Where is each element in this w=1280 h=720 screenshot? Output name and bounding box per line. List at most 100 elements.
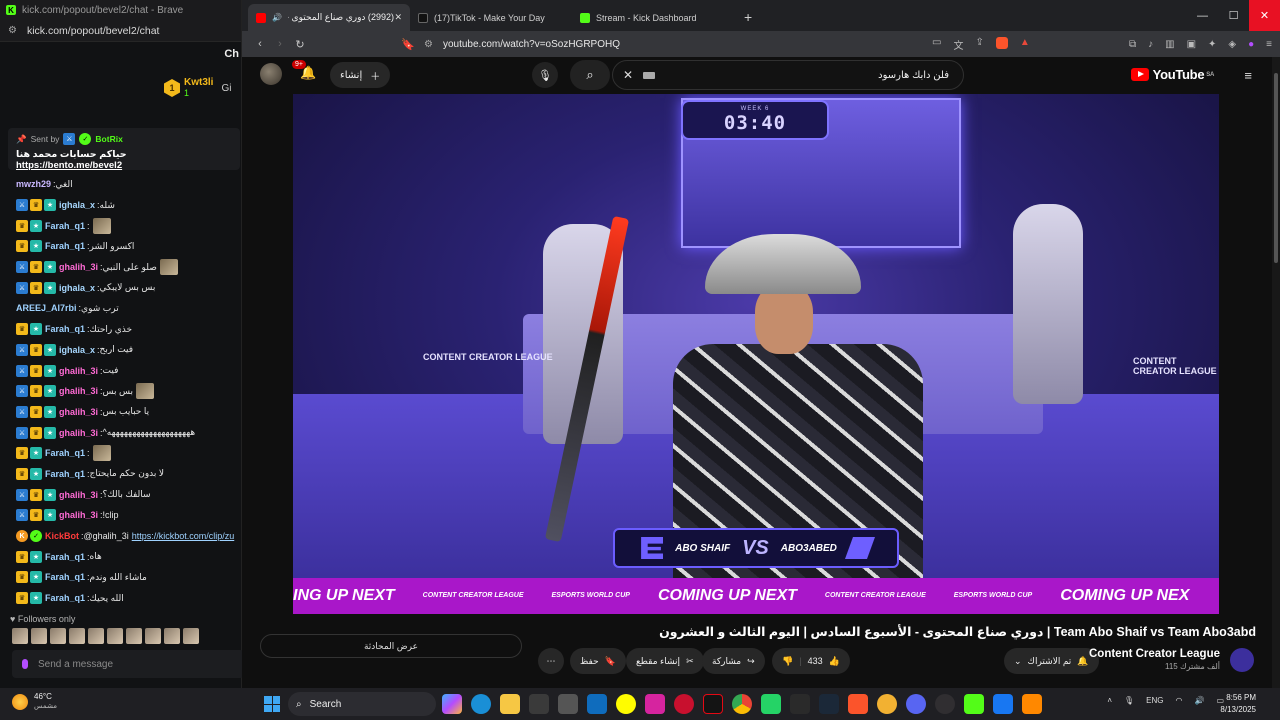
opera-icon[interactable] [674,694,694,714]
facebook-icon[interactable] [993,694,1013,714]
clip-button[interactable]: إنشاء مقطع ✂ [626,648,704,674]
pinned-message[interactable]: 📌 Sent by ⚔ ✓ BotRix حياكم حسابات محمد ه… [8,128,240,171]
tray-chevron-up-icon[interactable]: ˄ [1107,696,1112,705]
mic-icon[interactable] [22,659,28,669]
like-dislike-button[interactable]: 👎 | 433 👍 [772,648,850,674]
chat-username[interactable]: Farah_q1 [45,593,85,603]
snapchat-icon[interactable] [616,694,636,714]
share-button[interactable]: مشاركة ↪ [702,648,765,674]
wallet-icon[interactable]: ▣ [1187,39,1196,50]
kick-taskbar-icon[interactable] [964,694,984,714]
chat-username[interactable]: Farah_q1 [45,572,85,582]
copilot-icon[interactable] [442,694,462,714]
voice-search-icon[interactable]: 🎙 [532,62,558,88]
screenshot-icon[interactable]: ⧉ [1129,39,1136,50]
more-actions-button[interactable]: ⋯ [538,648,564,674]
chat-username[interactable]: KickBot [45,531,79,541]
chat-username[interactable]: Farah_q1 [45,324,85,334]
chat-username[interactable]: ghalih_3i [59,490,98,500]
subscribed-button[interactable]: ⌄ تم الاشتراك 🔔 [1004,648,1099,674]
tray-mic-icon[interactable]: 🎙 [1124,696,1134,705]
clear-search-icon[interactable]: ✕ [623,68,633,82]
chat-username[interactable]: AREEJ_Al7rbi [16,303,77,313]
emote-icon[interactable] [183,628,199,644]
emote-icon[interactable] [12,628,28,644]
leo-icon[interactable]: ● [1248,39,1254,50]
reload-icon[interactable]: ↻ [290,38,310,51]
tab-youtube[interactable]: 🔊 (2992) دوري صناع المحتوى - ال ✕ [248,4,410,31]
youtube-logo[interactable]: YouTube SA [1130,67,1214,82]
maximize-icon[interactable]: ☐ [1218,0,1249,31]
account-avatar[interactable] [260,63,282,85]
kick-url-bar[interactable]: ⚙ kick.com/popout/bevel2/chat [0,20,241,42]
tab-kick-dashboard[interactable]: Stream - Kick Dashboard [572,4,734,31]
menu-icon[interactable]: ≡ [1266,39,1272,50]
wifi-icon[interactable]: ◠ [1175,696,1182,705]
emote-icon[interactable] [50,628,66,644]
vpn-icon[interactable]: ◈ [1228,39,1236,50]
top-gifter[interactable]: 1 Kwt3li 1 Gi [164,78,231,98]
page-scrollbar[interactable] [1272,57,1280,688]
discord-icon[interactable] [906,694,926,714]
start-button[interactable] [264,696,280,712]
scrollbar-thumb[interactable] [1274,73,1278,263]
speaker-icon[interactable]: 🔊 [272,13,282,22]
emote-icon[interactable] [69,628,85,644]
save-button[interactable]: حفظ 🔖 [570,648,626,674]
chat-username[interactable]: Farah_q1 [45,469,85,479]
taskbar-clock[interactable]: 8:56 PM 8/13/2025 [1220,692,1256,716]
send-message-input[interactable]: Send a message [12,650,244,678]
language-indicator[interactable]: ENG [1146,696,1163,705]
outlook-icon[interactable] [587,694,607,714]
video-player[interactable]: WEEK 6 03:40 CONTENT CREATOR LEAGUE CONT… [293,94,1219,614]
settings-icon[interactable] [558,694,578,714]
dislike-icon[interactable]: 👎 [782,656,793,667]
site-settings-icon[interactable]: ⚙ [8,25,17,36]
chat-username[interactable]: Farah_q1 [45,552,85,562]
bookmark-icon[interactable]: 🔖 [398,38,418,51]
chat-username[interactable]: ghalih_3i [59,428,98,438]
minimize-icon[interactable]: — [1187,0,1218,31]
address-bar[interactable]: ⚙ youtube.com/watch?v=oSozHGRPOHQ [424,33,964,55]
file-explorer-icon[interactable] [500,694,520,714]
emote-icon[interactable] [164,628,180,644]
close-tab-icon[interactable]: ✕ [394,12,402,23]
chat-username[interactable]: ighala_x [59,345,95,355]
brave-shields-icon[interactable] [995,36,1008,49]
chat-username[interactable]: ghalih_3i [59,366,98,376]
obs-icon[interactable] [935,694,955,714]
chat-username[interactable]: ghalih_3i [59,262,98,272]
cast-icon[interactable]: ▭ [932,37,941,52]
chat-username[interactable]: Farah_q1 [45,241,85,251]
keyboard-icon[interactable] [643,71,655,79]
share-icon[interactable]: ⇪ [975,37,983,52]
channel-info[interactable]: Content Creator League 115 ألف مشترك [1089,648,1220,671]
search-button-icon[interactable]: ⌕ [570,60,610,90]
chat-username[interactable]: Farah_q1 [45,448,85,458]
emote-icon[interactable] [126,628,142,644]
chat-link[interactable]: https://kickbot.com/clip/zu [132,531,235,541]
emote-icon[interactable] [145,628,161,644]
volume-icon[interactable]: 🔊 [1194,696,1204,705]
create-button[interactable]: إنشاء ＋ [330,62,391,88]
edge-icon[interactable] [471,694,491,714]
chat-username[interactable]: Farah_q1 [45,221,85,231]
emote-icon[interactable] [31,628,47,644]
topaz-icon[interactable] [790,694,810,714]
brave-rewards-icon[interactable]: ▲ [1020,37,1030,52]
steam-icon[interactable] [819,694,839,714]
chat-username[interactable]: ighala_x [59,200,95,210]
netflix-icon[interactable] [703,694,723,714]
emote-icon[interactable] [107,628,123,644]
app-icon[interactable] [877,694,897,714]
tab-tiktok[interactable]: (17)TikTok - Make Your Day [410,4,572,31]
instagram-icon[interactable] [645,694,665,714]
chat-username[interactable]: ghalih_3i [59,510,98,520]
close-window-icon[interactable]: ✕ [1249,0,1280,31]
chat-username[interactable]: ghalih_3i [59,386,98,396]
site-info-icon[interactable]: ⚙ [424,39,433,50]
store-icon[interactable] [529,694,549,714]
back-icon[interactable]: ‹ [250,38,270,50]
translate-icon[interactable]: 文 [953,37,963,52]
emote-icon[interactable] [88,628,104,644]
